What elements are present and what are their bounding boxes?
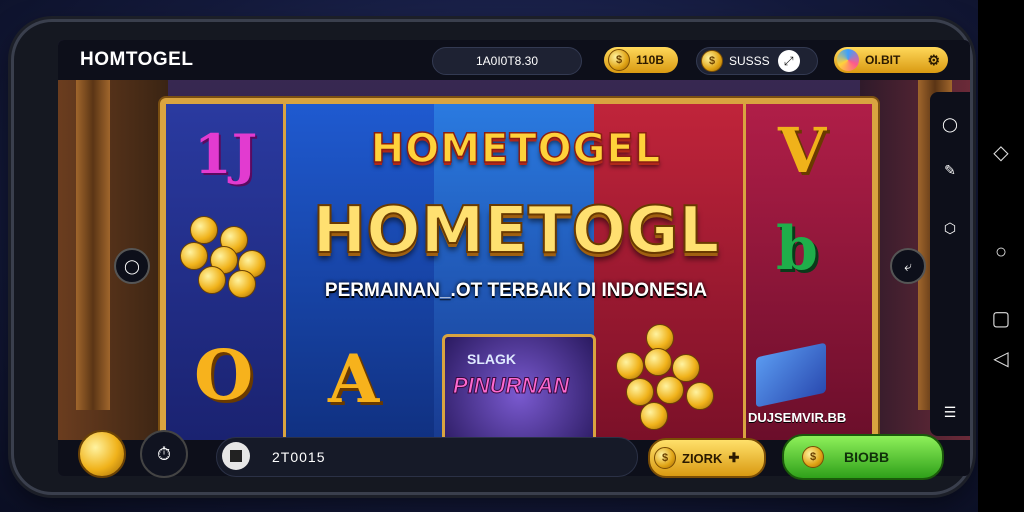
spin-button[interactable]: $ BIOBB xyxy=(782,434,944,480)
profile-pill-value: OI.BIT xyxy=(865,53,901,67)
gem-pill-value: SUSSS xyxy=(729,54,770,68)
timer-icon[interactable]: ⏱ xyxy=(140,430,188,478)
gem-pill[interactable]: $ SUSSS ⤢ xyxy=(696,47,818,75)
background-left-scene xyxy=(58,80,168,440)
pillar-decoration xyxy=(76,80,110,410)
balance-value: 1A0I0T8.30 xyxy=(475,54,539,68)
symbol-v: V xyxy=(778,114,827,187)
menu-icon[interactable]: ☰ xyxy=(942,404,958,420)
gift-label: DUJSEMVIR.BB xyxy=(748,410,847,425)
slot-board: 1J V O A b HOMETOGEL HOMETOGL PERMAINAN_… xyxy=(160,98,878,450)
shield-icon[interactable]: ⬡ xyxy=(942,220,958,236)
coin-icon: $ xyxy=(654,447,676,469)
banner-subtitle: PERMAINAN_.OT TERBAIK DI INDONESIA xyxy=(324,280,708,301)
chat-icon[interactable]: ✎ xyxy=(942,162,958,178)
profile-pill[interactable]: OI.BIT ⚙ xyxy=(834,47,948,73)
gem-icon: $ xyxy=(701,50,723,72)
coin-icon: $ xyxy=(802,446,824,468)
balance-display: 1A0I0T8.30 xyxy=(432,47,582,75)
coin-icon: $ xyxy=(608,49,630,71)
reel-divider xyxy=(743,104,746,444)
banner-title-small: HOMETOGEL xyxy=(370,125,662,173)
assistant-icon[interactable]: ◇ xyxy=(989,140,1013,164)
circle-icon[interactable]: ◯ xyxy=(942,116,958,132)
bet-value: 2T0015 xyxy=(272,449,326,465)
symbol-green-b: b xyxy=(776,214,818,284)
coin-pill-value: 110B xyxy=(636,53,665,67)
banner-title-big: HOMETOGL xyxy=(312,193,721,269)
back-icon[interactable]: ◁ xyxy=(989,346,1013,370)
bonus-main-label: PINURNAN xyxy=(452,373,570,399)
home-icon[interactable]: ○ xyxy=(989,240,1013,264)
phone-frame: HOMTOGEL 1A0I0T8.30 $ 110B $ SUSSS ⤢ OI.… xyxy=(14,22,970,492)
link-icon: ⤢ xyxy=(777,50,800,72)
stop-icon[interactable] xyxy=(222,442,250,470)
recent-icon[interactable]: ▢ xyxy=(989,306,1013,330)
bonus-tile[interactable]: SLAGK PINURNAN xyxy=(442,334,596,444)
reel-divider xyxy=(283,104,286,444)
plus-icon: ✚ xyxy=(728,450,740,465)
settings-icon: ⚙ xyxy=(927,51,940,68)
symbol-1j: 1J xyxy=(194,122,258,186)
previous-arrow-button[interactable]: ◯ xyxy=(114,248,150,284)
coin-pill[interactable]: $ 110B xyxy=(604,47,678,73)
spin-button-label: BIOBB xyxy=(844,449,890,465)
android-nav-bar: ◇ ○ ▢ ◁ xyxy=(978,0,1024,512)
right-side-panel: ◯ ✎ ⬡ ☰ xyxy=(930,92,970,436)
brand-logo: HOMTOGEL xyxy=(80,49,194,70)
gold-action-button[interactable]: $ ZIORK ✚ xyxy=(648,438,766,478)
gold-button-label: ZIORK xyxy=(682,450,723,466)
game-screen: HOMTOGEL 1A0I0T8.30 $ 110B $ SUSSS ⤢ OI.… xyxy=(58,40,970,476)
coin-wallet-button[interactable] xyxy=(78,430,126,478)
symbol-a: A xyxy=(328,340,380,418)
bonus-top-label: SLAGK xyxy=(467,351,516,367)
next-arrow-button[interactable]: ⤶ xyxy=(890,248,926,284)
avatar-icon xyxy=(837,49,859,71)
symbol-o: O xyxy=(194,336,254,416)
